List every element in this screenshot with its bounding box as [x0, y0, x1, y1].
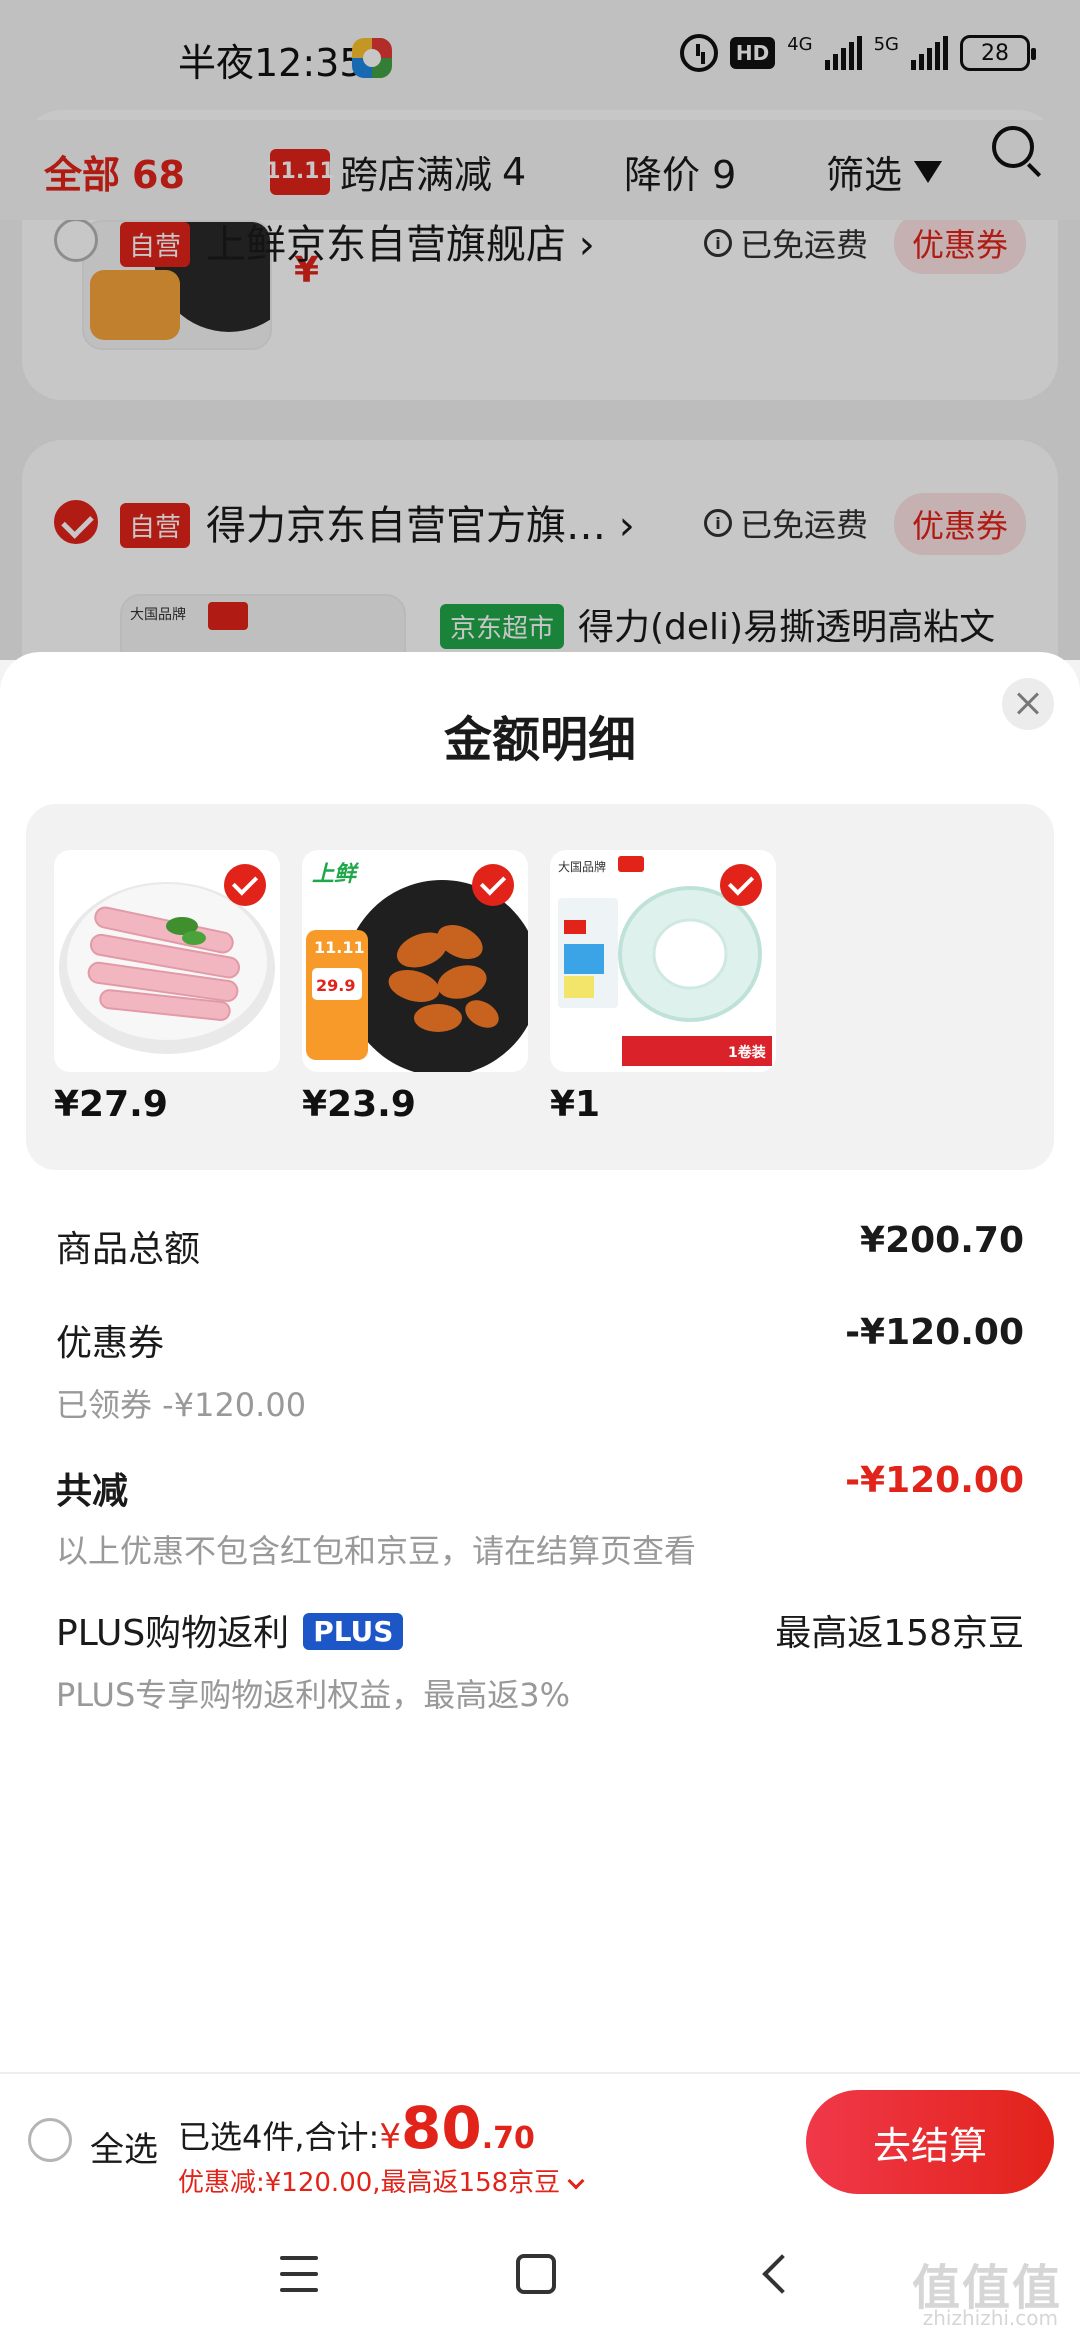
- plus-rebate-note: PLUS专享购物返利权益，最高返3%: [56, 1676, 571, 1714]
- pack-label: 1卷装: [728, 1045, 766, 1061]
- coupon-value: -¥120.00: [845, 1312, 1024, 1353]
- selected-product[interactable]: ¥27.9: [54, 850, 280, 1125]
- close-icon[interactable]: [1002, 678, 1054, 730]
- chevron-down-icon: [567, 2172, 585, 2190]
- selected-product[interactable]: 大国品牌 1卷装 ¥1: [550, 850, 776, 1125]
- total-amount: 80: [400, 2094, 482, 2162]
- watermark-url: zhizhizhi.com: [922, 2306, 1058, 2330]
- product-image-chicken-wings[interactable]: 上鲜 11.11 29.9: [302, 850, 528, 1072]
- total-discount-label: 共减: [56, 1471, 129, 1512]
- plus-badge: PLUS: [303, 1613, 404, 1650]
- selected-product[interactable]: 上鲜 11.11 29.9 ¥23.9: [302, 850, 528, 1125]
- modal-backdrop[interactable]: [0, 0, 1080, 660]
- menu-icon[interactable]: [280, 2256, 318, 2292]
- product-price: ¥27.9: [54, 1084, 168, 1125]
- brand-logo-text: 大国品牌: [558, 860, 607, 874]
- home-icon[interactable]: [516, 2254, 556, 2294]
- brand-logo: 上鲜: [312, 862, 357, 887]
- total-discount-value: -¥120.00: [845, 1460, 1024, 1501]
- product-image-chicken-feet[interactable]: [54, 850, 280, 1072]
- checked-icon: [224, 864, 266, 906]
- subtotal-label: 商品总额: [56, 1229, 201, 1270]
- product-image-tape[interactable]: 大国品牌 1卷装: [550, 850, 776, 1072]
- selected-products-strip: ¥27.9 上鲜 11.11 29.9 ¥23.9 大国品牌 1卷装 ¥1: [26, 804, 1054, 1170]
- sheet-title: 金额明细: [443, 712, 636, 768]
- discount-summary-toggle[interactable]: 优惠减:¥120.00,最高返158京豆: [178, 2162, 585, 2199]
- promo-price: 29.9: [316, 976, 356, 995]
- checkout-bar: 全选 已选4件,合计:¥80.70 优惠减:¥120.00,最高返158京豆 去…: [0, 2072, 1080, 2208]
- coupon-label: 优惠券: [56, 1323, 165, 1364]
- back-icon[interactable]: [762, 2254, 802, 2294]
- checked-icon: [472, 864, 514, 906]
- checkout-button[interactable]: 去结算: [806, 2090, 1054, 2194]
- product-price: ¥1: [550, 1084, 601, 1125]
- subtotal-value: ¥200.70: [860, 1220, 1024, 1261]
- coupon-received-note: 已领券 -¥120.00: [56, 1386, 307, 1424]
- select-all-label[interactable]: 全选: [90, 2122, 158, 2171]
- discount-note: 以上优惠不包含红包和京豆，请在结算页查看: [56, 1532, 697, 1570]
- amount-detail-sheet: 金额明细 ¥27.9 上鲜 11.11 29.9 ¥23.9 大国品牌 1卷装 …: [0, 652, 1080, 2072]
- promo-badge: 11.11: [314, 938, 365, 957]
- plus-rebate-label: PLUS购物返利 PLUS: [56, 1604, 404, 1656]
- checked-icon: [720, 864, 762, 906]
- total-summary: 已选4件,合计:¥80.70: [178, 2094, 535, 2162]
- product-price: ¥23.9: [302, 1084, 416, 1125]
- plus-rebate-value: 最高返158京豆: [775, 1613, 1024, 1654]
- select-all-radio[interactable]: [28, 2118, 72, 2162]
- deli-logo-icon: [618, 856, 644, 872]
